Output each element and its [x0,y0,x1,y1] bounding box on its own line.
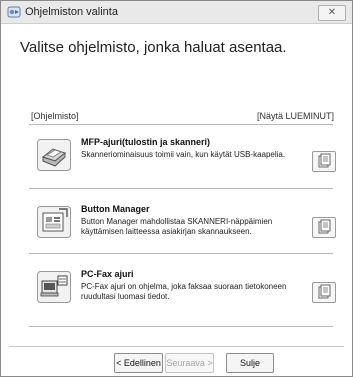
item-description: PC-Fax ajuri on ohjelma, joka faksaa suo… [81,282,287,301]
installer-window: Ohjelmiston valinta ✕ Valitse ohjelmisto… [0,0,353,377]
divider [29,188,333,189]
installer-app-icon [7,6,21,18]
divider [29,253,333,254]
show-readme-link[interactable]: [Näytä LUEMINUT] [257,111,334,121]
next-button[interactable]: Seuraava > [165,353,214,373]
software-item-pc-fax[interactable]: PC-Fax ajuri PC-Fax ajuri on ohjelma, jo… [31,263,336,309]
pc-fax-icon[interactable] [37,271,71,303]
window-close-button[interactable]: ✕ [318,5,346,21]
software-item-button-manager[interactable]: Button Manager Button Manager mahdollist… [31,198,336,244]
title-bar: Ohjelmiston valinta ✕ [1,1,352,24]
document-icon [318,284,331,299]
window-title: Ohjelmiston valinta [25,6,118,18]
readme-button[interactable] [312,217,336,238]
footer-divider [9,346,344,347]
back-button[interactable]: < Edellinen [114,353,163,373]
item-title: PC-Fax ajuri [81,269,134,279]
item-title: Button Manager [81,204,150,214]
close-button[interactable]: Sulje [226,353,274,373]
divider [29,326,333,327]
document-icon [318,153,331,168]
readme-button[interactable] [312,282,336,303]
divider [29,124,333,125]
item-description: Skanneriominaisuus toimii vain, kun käyt… [81,150,286,159]
page-heading: Valitse ohjelmisto, jonka haluat asentaa… [20,39,287,56]
item-description: Button Manager mahdollistaa SKANNERI-näp… [81,217,273,236]
item-title: MFP-ajuri(tulostin ja skanneri) [81,137,211,147]
document-icon [318,219,331,234]
close-icon: ✕ [327,7,337,18]
printer-scanner-icon[interactable] [37,139,71,171]
readme-button[interactable] [312,151,336,172]
software-item-mfp-driver[interactable]: MFP-ajuri(tulostin ja skanneri) Skanneri… [31,131,336,177]
button-manager-icon[interactable] [37,206,71,238]
software-section-label: [Ohjelmisto] [31,111,79,121]
